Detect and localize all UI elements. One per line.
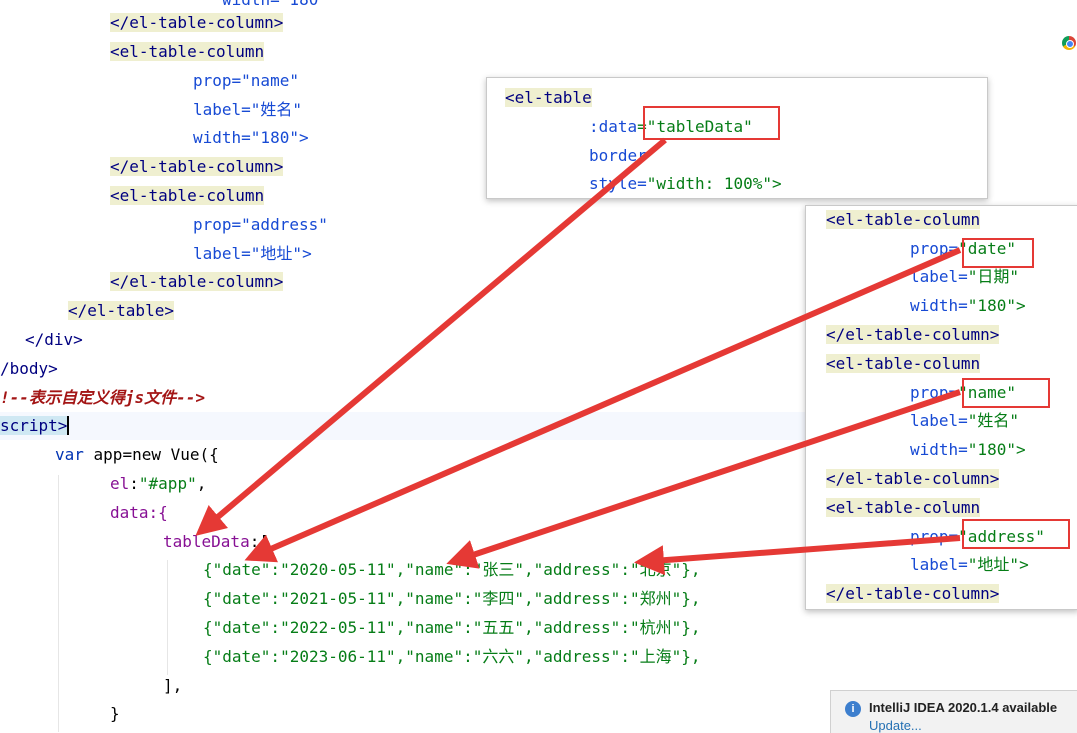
- code-line: </el-table-column>: [110, 272, 284, 291]
- code-line: /body>: [0, 359, 58, 378]
- code-line: <el-table-column: [110, 186, 265, 205]
- code-line: </el-table>: [68, 301, 174, 320]
- popup-line: border: [589, 146, 647, 165]
- data-row: {"date":"2020-05-11","name":"张三","addres…: [203, 560, 701, 579]
- indent-guide: [167, 560, 168, 675]
- popup-line: <el-table-column: [826, 210, 981, 229]
- chrome-icon[interactable]: [1062, 36, 1076, 50]
- el-table-snippet-popup: <el-table :data="tableData" border style…: [486, 77, 988, 199]
- code-line: var app=new Vue({: [55, 445, 219, 464]
- code-line: tableData:[: [163, 532, 269, 551]
- code-line: </el-table-column>: [110, 13, 284, 32]
- highlight-box-name: [962, 378, 1050, 408]
- highlight-box-tabledata: [643, 106, 780, 140]
- info-icon: i: [845, 701, 861, 717]
- data-row: {"date":"2021-05-11","name":"李四","addres…: [203, 589, 701, 608]
- popup-line: width="180">: [910, 440, 1026, 459]
- indent-guide: [58, 475, 59, 732]
- highlight-box-address: [962, 519, 1070, 549]
- popup-line: label="姓名": [910, 411, 1020, 430]
- data-row: {"date":"2023-06-11","name":"六六","addres…: [203, 647, 701, 666]
- popup-line: </el-table-column>: [826, 469, 1000, 488]
- code-line: ],: [163, 676, 183, 695]
- popup-line: style="width: 100%">: [589, 174, 782, 193]
- popup-line: </el-table-column>: [826, 325, 1000, 344]
- highlight-box-date: [962, 238, 1034, 268]
- code-comment: !--表示自定义得js文件-->: [0, 388, 206, 407]
- code-line: prop="name": [193, 71, 299, 90]
- code-line: width="180">: [193, 128, 309, 147]
- popup-line: </el-table-column>: [826, 584, 1000, 603]
- code-line: <el-table-column: [110, 42, 265, 61]
- update-notification[interactable]: i IntelliJ IDEA 2020.1.4 available Updat…: [830, 690, 1077, 733]
- notification-title: IntelliJ IDEA 2020.1.4 available: [869, 700, 1058, 715]
- text-cursor: [67, 416, 70, 435]
- data-row: {"date":"2022-05-11","name":"五五","addres…: [203, 618, 701, 637]
- popup-line: <el-table-column: [826, 498, 981, 517]
- code-line: label="姓名": [193, 100, 303, 119]
- popup-line: width="180">: [910, 296, 1026, 315]
- code-line: label="地址">: [193, 244, 312, 263]
- code-line: }: [110, 704, 120, 723]
- code-line: </div>: [25, 330, 83, 349]
- code-line: prop="address": [193, 215, 328, 234]
- popup-line: <el-table: [505, 88, 592, 107]
- popup-line: <el-table-column: [826, 354, 981, 373]
- update-link[interactable]: Update...: [869, 718, 922, 733]
- el-table-column-snippet-popup: <el-table-column prop="date" label="日期" …: [805, 205, 1077, 610]
- code-line: el:"#app",: [110, 474, 207, 493]
- code-line: </el-table-column>: [110, 157, 284, 176]
- popup-line: label="地址">: [910, 555, 1029, 574]
- code-line: data:{: [110, 503, 168, 522]
